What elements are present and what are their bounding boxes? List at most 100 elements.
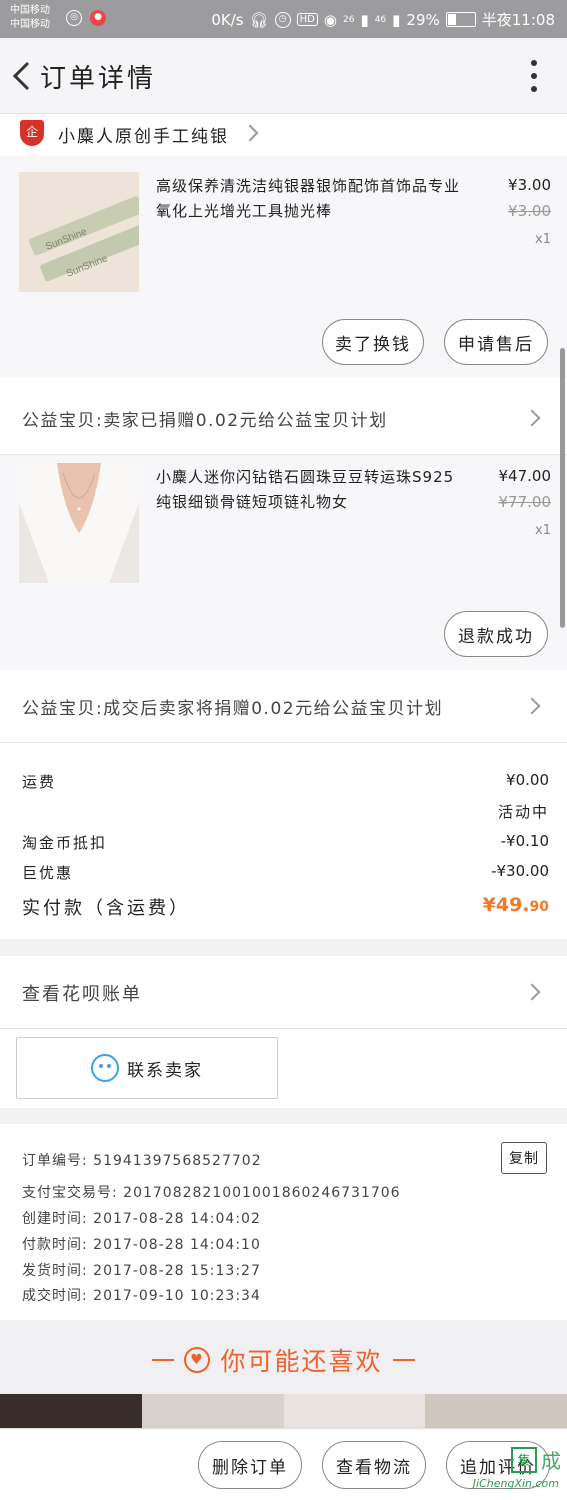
info-value: 2017082821001001860246731706 — [123, 1185, 401, 1201]
charity-text: 公益宝贝:卖家已捐赠0.02元给公益宝贝计划 — [22, 411, 388, 431]
more-menu-icon[interactable] — [529, 60, 539, 92]
product-price: ¥47.00 — [498, 467, 552, 485]
promo-row: 活动中 — [22, 801, 549, 822]
alarm-icon: ◷ — [274, 11, 291, 28]
coin-value: -¥0.10 — [500, 832, 549, 850]
info-label: 发货时间: — [22, 1263, 88, 1279]
decorative-dash — [152, 1359, 175, 1361]
total-cents: 90 — [529, 899, 549, 915]
order-number-row: 订单编号: 51941397568527702 — [22, 1150, 262, 1170]
contact-section: 联系卖家 — [0, 1028, 567, 1108]
battery-percent: 29% — [406, 10, 440, 29]
charity-row[interactable]: 公益宝贝:成交后卖家将捐赠0.02元给公益宝贝计划 — [0, 670, 567, 742]
after-sales-button[interactable]: 申请售后 — [444, 319, 548, 365]
chevron-right-icon — [523, 983, 541, 1001]
created-time-row: 创建时间: 2017-08-28 14:04:02 — [22, 1208, 261, 1228]
info-value: 2017-08-28 14:04:02 — [93, 1211, 261, 1227]
heart-icon: ♥ — [184, 1347, 211, 1373]
eye-icon: ◉ — [323, 10, 337, 29]
chevron-right-icon — [523, 697, 541, 715]
carrier-1: 中国移动 — [10, 5, 50, 16]
chevron-right-icon — [241, 124, 259, 142]
watermark-url: JiChengXin.com — [472, 1477, 559, 1490]
watermark-text: 成 — [541, 1449, 561, 1473]
info-value: 2017-08-28 14:04:10 — [93, 1237, 261, 1253]
product-price: ¥3.00 — [508, 176, 551, 194]
info-label: 订单编号: — [22, 1153, 88, 1169]
product-original-price: ¥77.00 — [498, 493, 552, 511]
shipping-label: 运费 — [22, 773, 57, 791]
notification-icons: ◎ ● — [66, 10, 106, 26]
info-label: 成交时间: — [22, 1288, 88, 1304]
recommend-header: ♥ 你可能还喜欢 — [0, 1320, 567, 1394]
product-title[interactable]: 高级保养清洗洁纯银器银饰配饰首饰品专业氧化上光增光工具抛光棒 — [156, 174, 466, 224]
resell-button[interactable]: 卖了换钱 — [322, 319, 424, 365]
product-image[interactable] — [19, 463, 139, 583]
promo-tag: 活动中 — [497, 803, 549, 821]
product-image[interactable]: SunShine SunShine — [19, 172, 139, 292]
total-main: ¥49. — [482, 894, 530, 916]
discount-row: 巨优惠 -¥30.00 — [22, 862, 549, 883]
view-logistics-button[interactable]: 查看物流 — [322, 1441, 426, 1489]
charity-row[interactable]: 公益宝贝:卖家已捐赠0.02元给公益宝贝计划 — [0, 378, 567, 454]
total-label: 实付款（含运费） — [22, 898, 190, 919]
signal-2-label: 46 — [374, 14, 387, 25]
sync-icon: ◎ — [66, 10, 82, 26]
discount-value: -¥30.00 — [491, 862, 549, 880]
headphone-icon: 🎧︎ — [249, 10, 269, 29]
hd-icon: HD — [296, 13, 318, 26]
refund-success-button[interactable]: 退款成功 — [444, 611, 548, 657]
watermark-box: 集 — [511, 1446, 537, 1473]
info-label: 创建时间: — [22, 1211, 88, 1227]
product-quantity: x1 — [535, 523, 551, 538]
product-quantity: x1 — [535, 232, 551, 247]
app-notification-icon: ● — [90, 10, 106, 26]
customer-service-icon — [91, 1054, 119, 1082]
decorative-dash — [392, 1359, 415, 1361]
contact-seller-label: 联系卖家 — [127, 1060, 203, 1081]
discount-label: 巨优惠 — [22, 864, 74, 882]
info-value: 51941397568527702 — [93, 1153, 262, 1169]
info-value: 2017-09-10 10:23:34 — [93, 1288, 261, 1304]
carrier-labels: 中国移动 中国移动 — [10, 4, 50, 32]
shop-row[interactable]: 企 小麋人原创手工纯银 — [0, 114, 567, 156]
watermark-logo: 集 成 — [511, 1445, 561, 1474]
status-bar: 中国移动 中国移动 ◎ ● 0K/s 🎧︎ ◷ HD ◉ 26 ▮ 46 ▮ 2… — [0, 0, 567, 38]
shop-name: 小麋人原创手工纯银 — [58, 127, 229, 147]
recommend-photo[interactable] — [141, 1394, 284, 1430]
order-info: 复制 订单编号: 51941397568527702 支付宝交易号: 20170… — [0, 1124, 567, 1320]
recommend-title: 你可能还喜欢 — [220, 1347, 383, 1376]
battery-icon — [445, 12, 476, 27]
info-value: 2017-08-28 15:13:27 — [93, 1263, 261, 1279]
completed-time-row: 成交时间: 2017-09-10 10:23:34 — [22, 1285, 261, 1305]
recommend-photo[interactable] — [0, 1394, 142, 1430]
recommend-photo[interactable] — [425, 1394, 567, 1430]
paid-time-row: 付款时间: 2017-08-28 14:04:10 — [22, 1234, 261, 1254]
contact-seller-button[interactable]: 联系卖家 — [16, 1037, 278, 1099]
chevron-right-icon — [523, 409, 541, 427]
shop-logo-icon: 企 — [20, 120, 44, 146]
delete-order-button[interactable]: 删除订单 — [198, 1441, 302, 1489]
huabei-bill-row[interactable]: 查看花呗账单 — [0, 956, 567, 1028]
back-arrow-icon[interactable] — [8, 60, 38, 92]
recommend-photo-strip[interactable] — [0, 1394, 567, 1430]
signal-1-label: 26 — [342, 14, 355, 25]
order-item[interactable]: SunShine SunShine 高级保养清洗洁纯银器银饰配饰首饰品专业氧化上… — [0, 156, 567, 378]
info-label: 支付宝交易号: — [22, 1185, 118, 1201]
page-title: 订单详情 — [40, 64, 157, 94]
order-item[interactable]: 小麋人迷你闪钻锆石圆珠豆豆转运珠S925纯银细锁骨链短项链礼物女 ¥47.00 … — [0, 455, 567, 670]
charity-text: 公益宝贝:成交后卖家将捐赠0.02元给公益宝贝计划 — [22, 699, 444, 719]
product-original-price: ¥3.00 — [508, 202, 551, 220]
net-speed: 0K/s — [211, 10, 244, 29]
clock: 半夜11:08 — [481, 11, 555, 29]
copy-button[interactable]: 复制 — [501, 1142, 547, 1174]
signal-1-icon: ▮ — [360, 10, 369, 29]
shipped-time-row: 发货时间: 2017-08-28 15:13:27 — [22, 1260, 261, 1280]
recommend-photo[interactable] — [283, 1394, 426, 1430]
nav-bar: 订单详情 — [0, 38, 567, 114]
huabei-label: 查看花呗账单 — [22, 984, 142, 1005]
product-title[interactable]: 小麋人迷你闪钻锆石圆珠豆豆转运珠S925纯银细锁骨链短项链礼物女 — [156, 465, 466, 515]
status-right: 0K/s 🎧︎ ◷ HD ◉ 26 ▮ 46 ▮ 29% 半夜11:08 — [211, 9, 555, 30]
fee-summary: 运费 ¥0.00 活动中 淘金币抵扣 -¥0.10 巨优惠 -¥30.00 实付… — [0, 743, 567, 939]
scrollbar[interactable] — [560, 348, 565, 628]
